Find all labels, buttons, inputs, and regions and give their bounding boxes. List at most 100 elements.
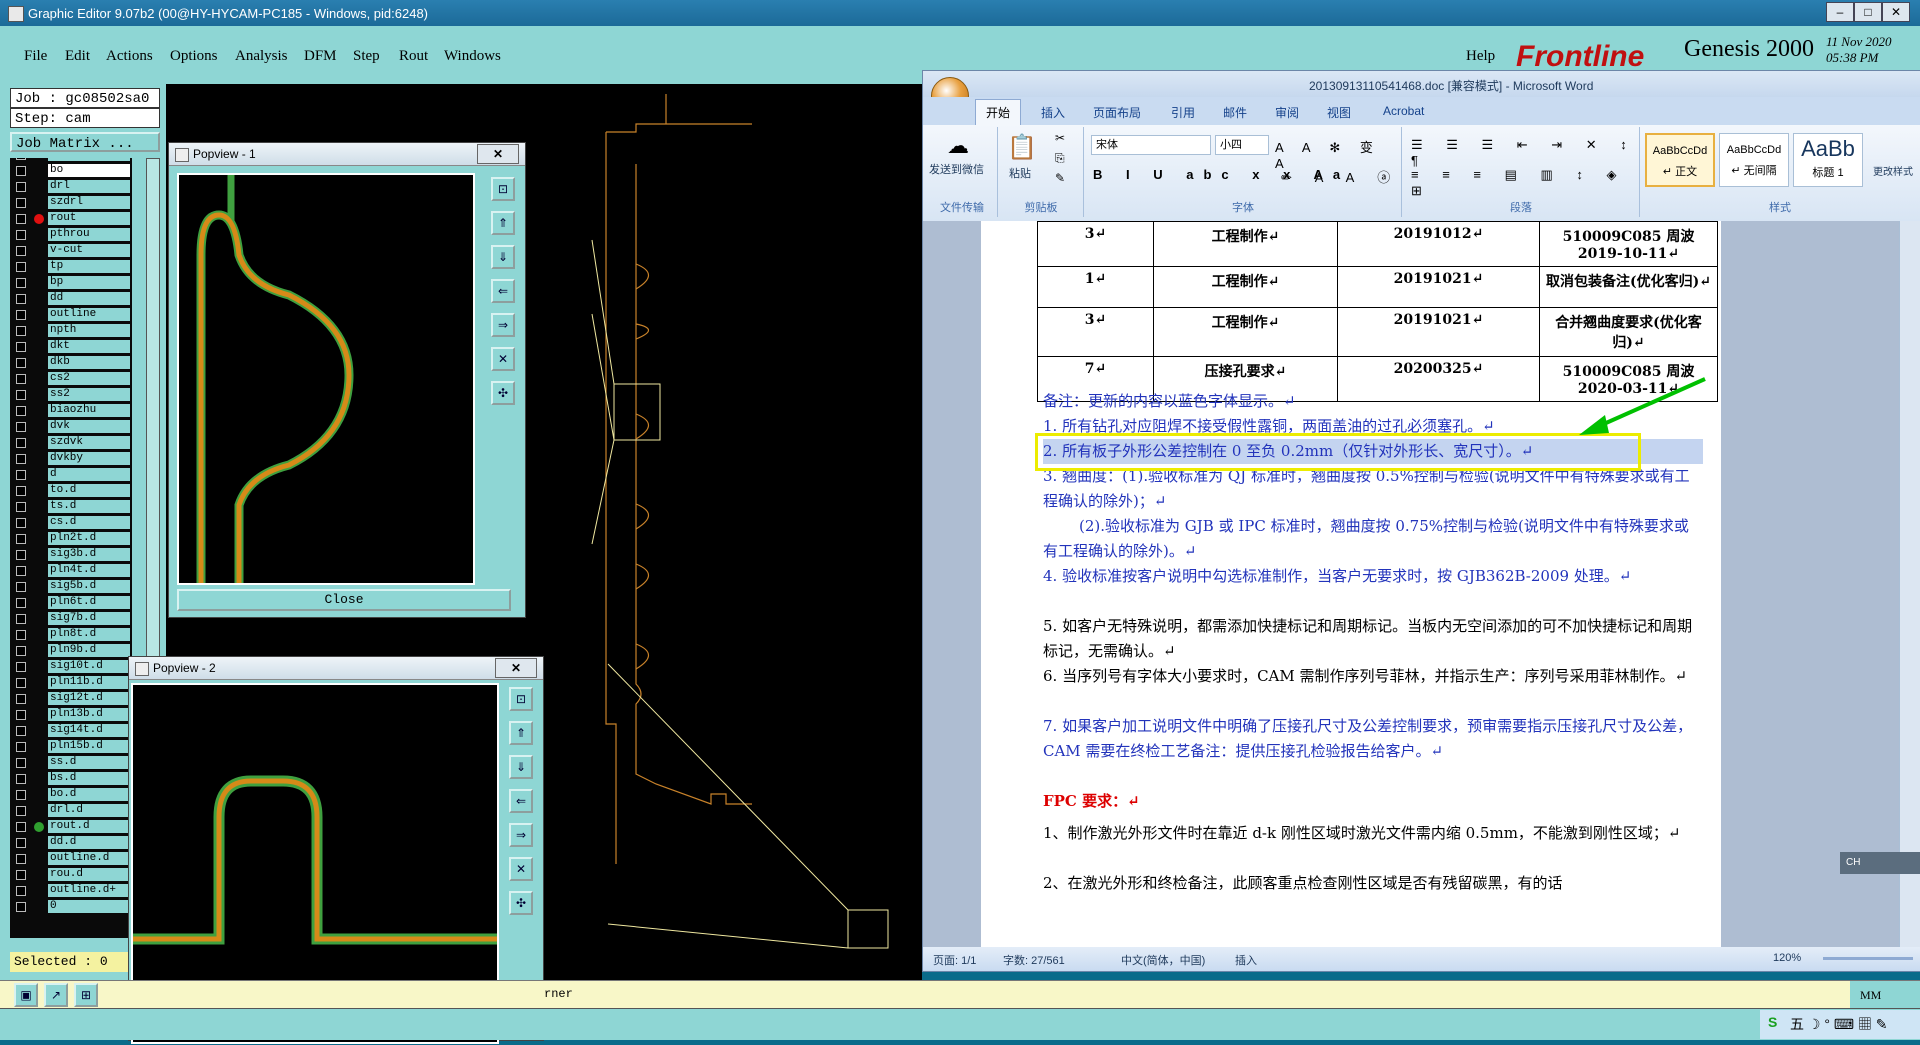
style-no-spacing[interactable]: AaBbCcDd ↵ 无间隔: [1719, 133, 1789, 187]
layer-checkbox[interactable]: [16, 158, 26, 160]
layer-row[interactable]: to.d: [10, 484, 132, 498]
layer-checkbox[interactable]: [16, 710, 26, 720]
layer-row[interactable]: drl.d: [10, 804, 132, 818]
layer-name[interactable]: to.d: [48, 484, 130, 497]
layer-name[interactable]: tp: [48, 260, 130, 273]
layer-checkbox[interactable]: [16, 166, 26, 176]
menu-step[interactable]: Step: [353, 48, 380, 65]
layer-checkbox[interactable]: [16, 694, 26, 704]
layer-row[interactable]: pthrou: [10, 228, 132, 242]
layer-checkbox[interactable]: [16, 550, 26, 560]
style-normal[interactable]: AaBbCcDd ↵ 正文: [1645, 133, 1715, 187]
layer-row[interactable]: sig5b.d: [10, 580, 132, 594]
layer-row[interactable]: v-cut: [10, 244, 132, 258]
layer-row[interactable]: sig12t.d: [10, 692, 132, 706]
layer-row[interactable]: pln4t.d: [10, 564, 132, 578]
layer-name[interactable]: ss.d: [48, 756, 130, 769]
tab-insert[interactable]: 插入: [1041, 104, 1065, 121]
layer-name[interactable]: pln13b.d: [48, 708, 130, 721]
document-page[interactable]: 3↵ 工程制作↵ 20191012↵ 510009C085 周波 2019-10…: [981, 221, 1721, 947]
layer-name[interactable]: rout: [48, 212, 130, 225]
layer-checkbox[interactable]: [16, 886, 26, 896]
pan-left-icon[interactable]: ⇐: [491, 279, 515, 303]
layer-row[interactable]: ts.d: [10, 500, 132, 514]
layer-name[interactable]: cs.d: [48, 516, 130, 529]
layer-name[interactable]: drl.d: [48, 804, 130, 817]
menu-file[interactable]: File: [24, 48, 47, 65]
layer-checkbox[interactable]: [16, 758, 26, 768]
layer-name[interactable]: pln11b.d: [48, 676, 130, 689]
layer-checkbox[interactable]: [16, 502, 26, 512]
layer-checkbox[interactable]: [16, 438, 26, 448]
layer-name[interactable]: pln8t.d: [48, 628, 130, 641]
layer-row[interactable]: sig7b.d: [10, 612, 132, 626]
maximize-button[interactable]: □: [1854, 2, 1882, 22]
layer-checkbox[interactable]: [16, 790, 26, 800]
vertical-scrollbar[interactable]: [1899, 221, 1920, 947]
font-size-combo[interactable]: 小四: [1215, 135, 1269, 155]
paste-button[interactable]: 粘贴: [1009, 165, 1031, 181]
layer-row[interactable]: dd.d: [10, 836, 132, 850]
paste-icon[interactable]: 📋: [1007, 133, 1037, 162]
pan-right-icon[interactable]: ⇒: [509, 823, 533, 847]
layer-checkbox[interactable]: [16, 390, 26, 400]
grid-tool-icon[interactable]: ⊞: [74, 983, 98, 1007]
layer-checkbox[interactable]: [16, 486, 26, 496]
status-words[interactable]: 字数: 27/561: [1003, 952, 1065, 968]
layer-name[interactable]: rou.d: [48, 868, 130, 881]
layer-row[interactable]: npth: [10, 324, 132, 338]
layer-row[interactable]: szdrl: [10, 196, 132, 210]
status-insert-mode[interactable]: 插入: [1235, 952, 1257, 968]
layer-name[interactable]: npth: [48, 324, 130, 337]
layer-checkbox[interactable]: [16, 566, 26, 576]
popview-1-close-x[interactable]: ✕: [477, 144, 519, 164]
layer-name[interactable]: szdrl: [48, 196, 130, 209]
layer-checkbox[interactable]: [16, 406, 26, 416]
layer-row[interactable]: bo: [10, 164, 132, 178]
layer-row[interactable]: dvkby: [10, 452, 132, 466]
layer-row[interactable]: outline.d: [10, 852, 132, 866]
menu-edit[interactable]: Edit: [65, 48, 90, 65]
popview-1-view[interactable]: [177, 173, 475, 585]
zoom-in-icon[interactable]: ✕: [491, 347, 515, 371]
layer-name[interactable]: dvkby: [48, 452, 130, 465]
menu-rout[interactable]: Rout: [399, 48, 428, 65]
layer-row[interactable]: szdvk: [10, 436, 132, 450]
layer-row[interactable]: sig10t.d: [10, 660, 132, 674]
layer-row[interactable]: bp: [10, 276, 132, 290]
tab-mailings[interactable]: 邮件: [1223, 104, 1247, 121]
pan-up-icon[interactable]: ⇑: [491, 211, 515, 235]
measure-tool-icon[interactable]: ↗: [44, 983, 68, 1007]
input-method-icon[interactable]: S: [1768, 1014, 1777, 1030]
layer-name[interactable]: cs2: [48, 372, 130, 385]
zoom-fit-icon[interactable]: ⊡: [491, 177, 515, 201]
tab-page-layout[interactable]: 页面布局: [1093, 104, 1141, 121]
status-page[interactable]: 页面: 1/1: [933, 952, 976, 968]
layer-checkbox[interactable]: [16, 838, 26, 848]
layer-checkbox[interactable]: [16, 342, 26, 352]
list-indent-icons[interactable]: ☰ ☰ ☰ ⇤ ⇥ ✕ ↕ ¶: [1411, 137, 1639, 168]
layer-row[interactable]: sig14t.d: [10, 724, 132, 738]
tab-acrobat[interactable]: Acrobat: [1383, 104, 1424, 118]
font-grow-shrink-icons[interactable]: A A ✻ 变 A: [1275, 137, 1401, 171]
layer-name[interactable]: sig10t.d: [48, 660, 130, 673]
layer-name[interactable]: dvk: [48, 420, 130, 433]
layer-row[interactable]: dkt: [10, 340, 132, 354]
layer-checkbox[interactable]: [16, 870, 26, 880]
tab-references[interactable]: 引用: [1171, 104, 1195, 121]
layer-row[interactable]: rout: [10, 212, 132, 226]
menu-dfm[interactable]: DFM: [304, 48, 337, 65]
layer-name[interactable]: bo.d: [48, 788, 130, 801]
layer-name[interactable]: sig7b.d: [48, 612, 130, 625]
layer-checkbox[interactable]: [16, 374, 26, 384]
layer-checkbox[interactable]: [16, 246, 26, 256]
layer-checkbox[interactable]: [16, 774, 26, 784]
layer-checkbox[interactable]: [16, 646, 26, 656]
menu-help[interactable]: Help: [1466, 48, 1495, 65]
layer-row[interactable]: pln15b.d: [10, 740, 132, 754]
layer-checkbox[interactable]: [16, 822, 26, 832]
layer-name[interactable]: 0: [48, 900, 130, 913]
menu-options[interactable]: Options: [170, 48, 218, 65]
tab-home[interactable]: 开始: [975, 99, 1022, 125]
change-styles-button[interactable]: 更改样式: [1873, 163, 1913, 178]
